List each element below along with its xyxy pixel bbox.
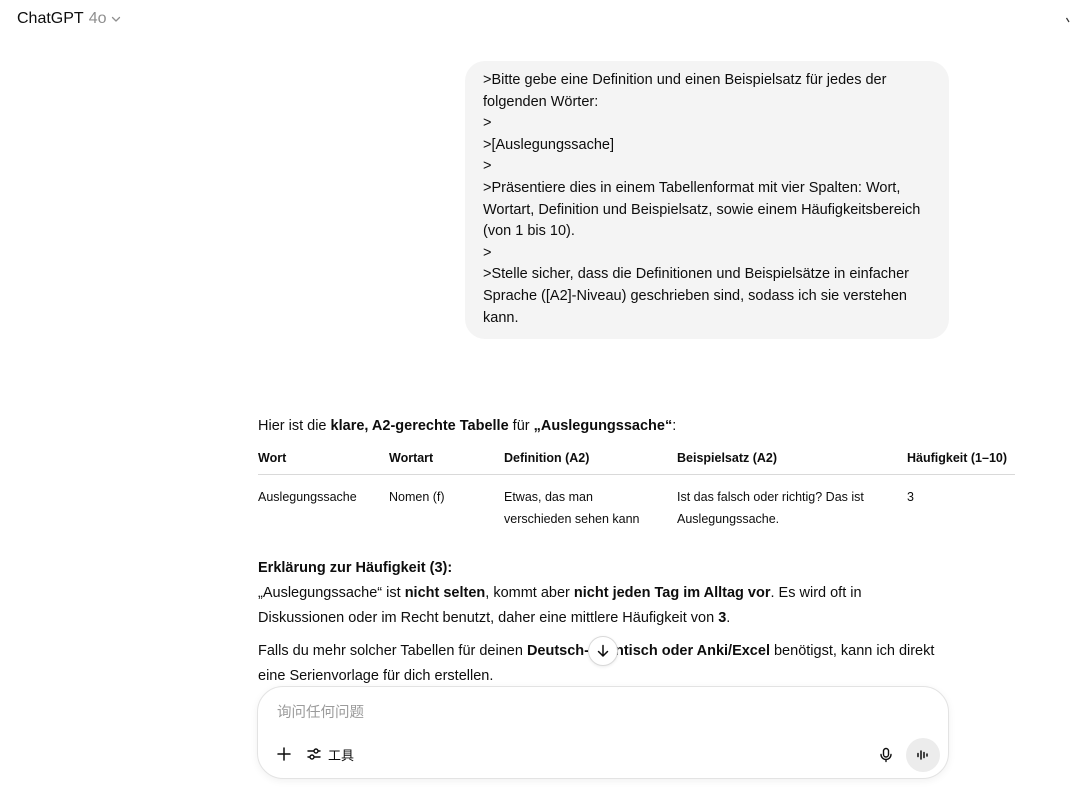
explanation-title: Erklärung zur Häufigkeit (3): xyxy=(258,560,453,576)
chevron-down-icon xyxy=(112,16,121,22)
followup-bold: ntisch oder Anki/Excel xyxy=(614,643,770,659)
column-header-wort: Wort xyxy=(258,446,389,475)
cell-haeufigkeit: 3 xyxy=(907,489,914,504)
composer: 工具 xyxy=(257,686,949,779)
prompt-input[interactable] xyxy=(277,701,927,725)
cell-wortart: Nomen (f) xyxy=(389,489,445,504)
user-message-line: >[Auslegungssache] xyxy=(483,136,614,153)
plus-icon xyxy=(277,747,291,761)
intro-text: für xyxy=(508,418,534,434)
cell-beispielsatz-line: Auslegungssache. xyxy=(677,511,780,526)
column-header-definition: Definition (A2) xyxy=(504,446,677,475)
table-header-row: Wort Wortart Definition (A2) Beispielsat… xyxy=(258,446,1015,475)
tools-button[interactable]: 工具 xyxy=(306,743,354,765)
intro-bold-text: „Auslegungssache“ xyxy=(533,418,673,434)
user-message-line: (von 1 bis 10). xyxy=(483,223,575,240)
user-message-line: kann. xyxy=(483,309,519,326)
cut-off-icon xyxy=(1066,17,1070,23)
intro-text: Hier ist die xyxy=(258,418,331,434)
intro-text: : xyxy=(672,418,677,434)
attach-button[interactable] xyxy=(273,743,295,765)
user-message-bubble: >Bitte gebe eine Definition und einen Be… xyxy=(465,61,949,340)
cell-definition-line: verschieden sehen kann xyxy=(504,511,640,526)
cell-definition-line: Etwas, das man xyxy=(504,489,593,504)
explanation-bold: nicht selten xyxy=(404,585,486,601)
model-switcher[interactable]: ChatGPT 4o xyxy=(17,10,121,28)
cell-beispielsatz: Ist das falsch oder richtig? Das ist Ausl… xyxy=(677,474,907,530)
top-bar: ChatGPT 4o xyxy=(0,0,1070,40)
voice-mode-button[interactable] xyxy=(906,738,940,772)
voice-mode-icon xyxy=(917,750,928,760)
user-message-line: Wortart, Definition und Beispielsatz, so… xyxy=(483,201,921,218)
dictate-button[interactable] xyxy=(875,744,897,766)
explanation-span: . Es wird oft in xyxy=(770,585,862,601)
assistant-message: Hier ist die klare, A2-gerechte Tabelle … xyxy=(258,414,1018,684)
followup-span: eine Serienvorlage für dich erstellen. xyxy=(258,668,494,684)
column-header-haeufigkeit: Häufigkeit (1–10) xyxy=(907,446,1015,475)
explanation-span: Diskussionen oder im Recht benutzt, dahe… xyxy=(258,610,719,626)
followup-span: benötigst, kann ich direkt xyxy=(769,643,935,659)
followup-span: Falls du mehr solcher Tabellen für deine… xyxy=(258,643,527,659)
followup-bold: Deutsch- xyxy=(526,643,589,659)
cell-beispielsatz-line: Ist das falsch oder richtig? Das ist xyxy=(677,489,864,504)
cell-definition: Etwas, das man verschieden sehen kann xyxy=(504,474,677,530)
explanation-span: „Auslegungssache“ ist xyxy=(258,585,405,601)
sliders-icon xyxy=(307,748,321,760)
tools-label: 工具 xyxy=(328,747,355,763)
vocabulary-table: Wort Wortart Definition (A2) Beispielsat… xyxy=(258,446,1015,530)
scroll-to-bottom-button[interactable] xyxy=(588,636,618,666)
user-message-line: folgenden Wörter: xyxy=(483,93,599,110)
user-message-line: >Bitte gebe eine Definition und einen Be… xyxy=(483,72,887,88)
user-message-line: > xyxy=(483,244,492,261)
column-header-wortart: Wortart xyxy=(389,446,504,475)
explanation-span: , kommt aber xyxy=(485,585,574,601)
user-message-line: Sprache ([A2]-Niveau) geschrieben sind, … xyxy=(483,287,907,304)
user-message-line: >Präsentiere dies in einem Tabellenforma… xyxy=(483,179,901,196)
explanation-bold: nicht jeden Tag im Alltag vor xyxy=(573,585,771,601)
table-row: Auslegungssache Nomen (f) Etwas, das man… xyxy=(258,474,1015,530)
explanation-text: „Auslegungssache“ ist nicht selten, komm… xyxy=(258,581,958,631)
model-version: 4o xyxy=(88,10,107,27)
model-name: ChatGPT xyxy=(17,10,84,27)
user-message-line: > xyxy=(483,158,492,175)
cell-wort: Auslegungssache xyxy=(258,489,357,504)
intro-bold-text: klare, A2-gerechte Tabelle xyxy=(330,418,509,434)
explanation-span: . xyxy=(726,610,731,626)
column-header-beispielsatz: Beispielsatz (A2) xyxy=(677,446,907,475)
user-message-line: >Stelle sicher, dass die Definitionen un… xyxy=(483,266,909,283)
assistant-intro: Hier ist die klare, A2-gerechte Tabelle … xyxy=(258,414,1018,438)
arrow-down-icon xyxy=(597,644,609,657)
user-message-line: > xyxy=(483,115,492,132)
microphone-icon xyxy=(880,747,892,763)
